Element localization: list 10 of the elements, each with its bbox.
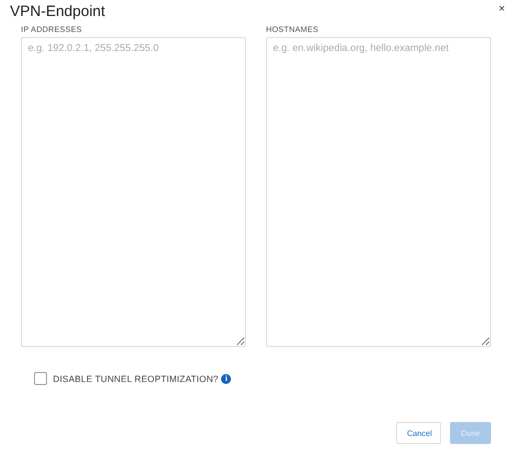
window-title: VPN-Endpoint [10,3,106,20]
cancel-button[interactable]: Cancel [396,422,441,444]
checkbox-label: DISABLE TUNNEL REOPTIMIZATION? [53,374,218,384]
close-button[interactable]: × [496,3,507,15]
field-label: HOSTNAMES [266,25,320,34]
field-label: IP ADDRESSES [21,25,83,34]
input-field[interactable]: e.g. en.wikipedia.org, hello.example.net [266,37,491,347]
info-icon[interactable]: i [221,374,232,384]
input-field[interactable]: e.g. 192.0.2.1, 255.255.255.0 [21,37,246,347]
checkbox[interactable] [34,372,47,385]
